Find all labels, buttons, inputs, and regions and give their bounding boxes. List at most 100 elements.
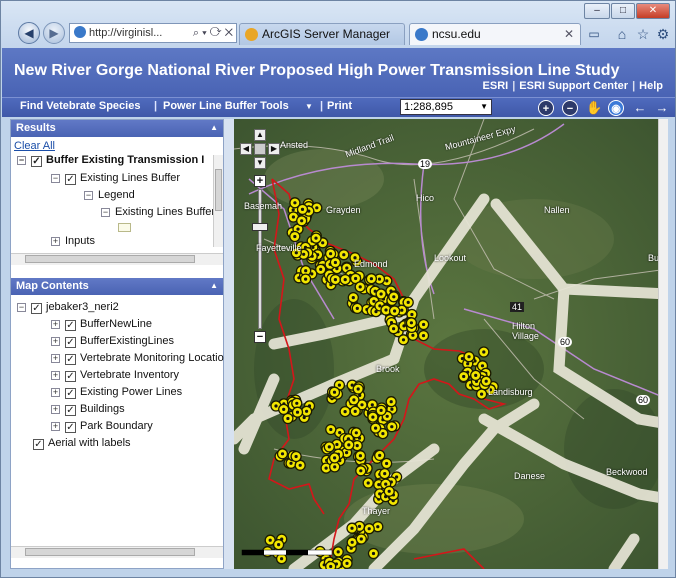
- esri-link[interactable]: ESRI: [483, 80, 509, 92]
- address-text: http://virginisl...: [89, 27, 163, 39]
- marker-center-dot: [291, 208, 295, 212]
- new-tab-button[interactable]: ▭: [585, 25, 603, 43]
- marker-center-dot: [295, 410, 300, 414]
- marker-center-dot: [343, 278, 347, 282]
- marker-center-dot: [300, 207, 305, 211]
- pan-down-icon[interactable]: ▼: [254, 157, 266, 169]
- browser-chrome: – □ ✕ ◀ ▶ http://virginisl... ⌕ ▾ ⟳ ✕ Ar…: [1, 1, 675, 48]
- previous-extent-icon[interactable]: ←: [632, 100, 648, 116]
- layer-item[interactable]: + ✓ Park Boundary: [51, 419, 153, 435]
- map-contents-header[interactable]: Map Contents ▲: [11, 278, 223, 295]
- pan-right-icon[interactable]: ▶: [268, 143, 280, 155]
- back-button[interactable]: ◀: [18, 22, 40, 44]
- layer-item[interactable]: + ✓ Vertebrate Inventory: [51, 368, 179, 384]
- close-tab-icon[interactable]: ✕: [564, 24, 574, 44]
- close-window-button[interactable]: ✕: [636, 3, 670, 19]
- zoom-out-icon[interactable]: −: [562, 100, 578, 116]
- help-link[interactable]: Help: [639, 80, 663, 92]
- pan-control[interactable]: ▲ ◀ ▶ ▼: [240, 129, 280, 169]
- next-extent-icon[interactable]: →: [654, 100, 670, 116]
- results-header[interactable]: Results ▲: [11, 120, 223, 137]
- place-label: Ansted: [280, 140, 309, 150]
- marker-center-dot: [393, 309, 397, 313]
- marker-center-dot: [280, 452, 285, 456]
- marker-center-dot: [351, 296, 355, 300]
- zoom-slider-thumb[interactable]: [252, 223, 268, 231]
- layer-label: BufferExistingLines: [80, 335, 174, 347]
- collapse-icon[interactable]: ▲: [210, 120, 218, 136]
- full-extent-globe-icon[interactable]: ◉: [608, 100, 624, 116]
- marker-center-dot: [268, 538, 272, 542]
- find-species-menu[interactable]: Find Vetebrate Species: [20, 100, 140, 112]
- marker-center-dot: [484, 379, 488, 383]
- layer-item[interactable]: + ✓ Existing Power Lines: [51, 385, 182, 401]
- scale-select[interactable]: 1:288,895 ▼: [400, 99, 492, 115]
- marker-center-dot: [355, 444, 359, 448]
- zoom-out-slider-button[interactable]: −: [254, 331, 266, 343]
- place-label: Grayden: [326, 205, 361, 215]
- marker-center-dot: [359, 469, 363, 473]
- map-scrollbar[interactable]: [658, 119, 668, 569]
- zoom-in-slider-button[interactable]: +: [254, 175, 266, 187]
- favorites-star-icon[interactable]: ☆: [634, 25, 652, 43]
- result-item[interactable]: − ✓ Existing Lines Buffer: [51, 171, 180, 187]
- layer-item[interactable]: + ✓ Vertebrate Monitoring Locatio: [51, 351, 224, 367]
- marker-center-dot: [298, 463, 302, 467]
- maximize-button[interactable]: □: [611, 3, 635, 19]
- marker-center-dot: [385, 461, 389, 466]
- marker-center-dot: [474, 373, 478, 377]
- address-bar[interactable]: http://virginisl... ⌕ ▾ ⟳ ✕: [69, 23, 237, 43]
- marker-center-dot: [353, 409, 357, 413]
- marker-center-dot: [377, 483, 381, 487]
- pan-hand-icon[interactable]: ✋: [586, 100, 602, 116]
- marker-center-dot: [371, 551, 376, 556]
- layer-item[interactable]: + ✓ BufferNewLine: [51, 317, 152, 333]
- panel-splitter[interactable]: [224, 119, 234, 569]
- collapse-icon[interactable]: ▲: [210, 278, 218, 294]
- results-vertical-scrollbar[interactable]: [213, 155, 223, 247]
- marker-center-dot: [378, 453, 382, 457]
- contents-horizontal-scrollbar[interactable]: [11, 546, 223, 558]
- pan-up-icon[interactable]: ▲: [254, 129, 266, 141]
- address-controls[interactable]: ⌕ ▾ ⟳ ✕: [193, 24, 233, 42]
- marker-center-dot: [422, 322, 426, 327]
- home-icon[interactable]: ⌂: [613, 25, 631, 43]
- marker-center-dot: [350, 526, 354, 530]
- pan-center-icon[interactable]: [254, 143, 266, 155]
- marker-center-dot: [356, 387, 360, 391]
- dropdown-arrow-icon[interactable]: ▼: [305, 102, 313, 111]
- tab-ncsu[interactable]: ncsu.edu ✕: [409, 23, 581, 45]
- result-item[interactable]: − Legend: [84, 188, 135, 204]
- marker-center-dot: [315, 206, 319, 210]
- layer-item[interactable]: + ✓ Buildings: [51, 402, 125, 418]
- layer-root[interactable]: − ✓ jebaker3_neri2: [17, 300, 119, 316]
- tab-label: ArcGIS Server Manager: [262, 27, 391, 41]
- basemap-item[interactable]: ✓ Aerial with labels: [33, 436, 131, 452]
- zoom-in-icon[interactable]: +: [538, 100, 554, 116]
- result-label: Buffer Existing Transmission I: [46, 154, 205, 166]
- marker-center-dot: [377, 277, 382, 281]
- esri-support-link[interactable]: ESRI Support Center: [519, 80, 628, 92]
- print-button[interactable]: Print: [327, 100, 352, 112]
- result-label: Existing Lines Buffer: [115, 206, 216, 218]
- marker-center-dot: [385, 279, 389, 283]
- marker-center-dot: [371, 415, 375, 419]
- minimize-button[interactable]: –: [584, 3, 610, 19]
- layer-item[interactable]: + ✓ BufferExistingLines: [51, 334, 174, 350]
- settings-gear-icon[interactable]: ⚙: [654, 25, 672, 43]
- map-view[interactable]: ▲ ◀ ▶ ▼ + − Ansted Midland Trail Mountai…: [234, 119, 668, 569]
- results-horizontal-scrollbar[interactable]: [11, 253, 223, 265]
- place-label: Edmond: [354, 259, 388, 269]
- buffer-tools-menu[interactable]: Power Line Buffer Tools: [163, 100, 289, 112]
- tab-arcgis-server-manager[interactable]: ArcGIS Server Manager: [239, 23, 405, 45]
- result-item[interactable]: + Inputs: [51, 234, 95, 250]
- layer-label: jebaker3_neri2: [46, 301, 119, 313]
- pan-left-icon[interactable]: ◀: [240, 143, 252, 155]
- marker-center-dot: [482, 350, 486, 354]
- app-toolbar: Find Vetebrate Species | Power Line Buff…: [2, 97, 675, 117]
- marker-center-dot: [379, 408, 383, 412]
- result-item[interactable]: − ✓ Buffer Existing Transmission I: [17, 153, 204, 169]
- result-item[interactable]: − Existing Lines Buffer: [101, 205, 215, 221]
- forward-button[interactable]: ▶: [43, 22, 65, 44]
- marker-center-dot: [384, 308, 388, 312]
